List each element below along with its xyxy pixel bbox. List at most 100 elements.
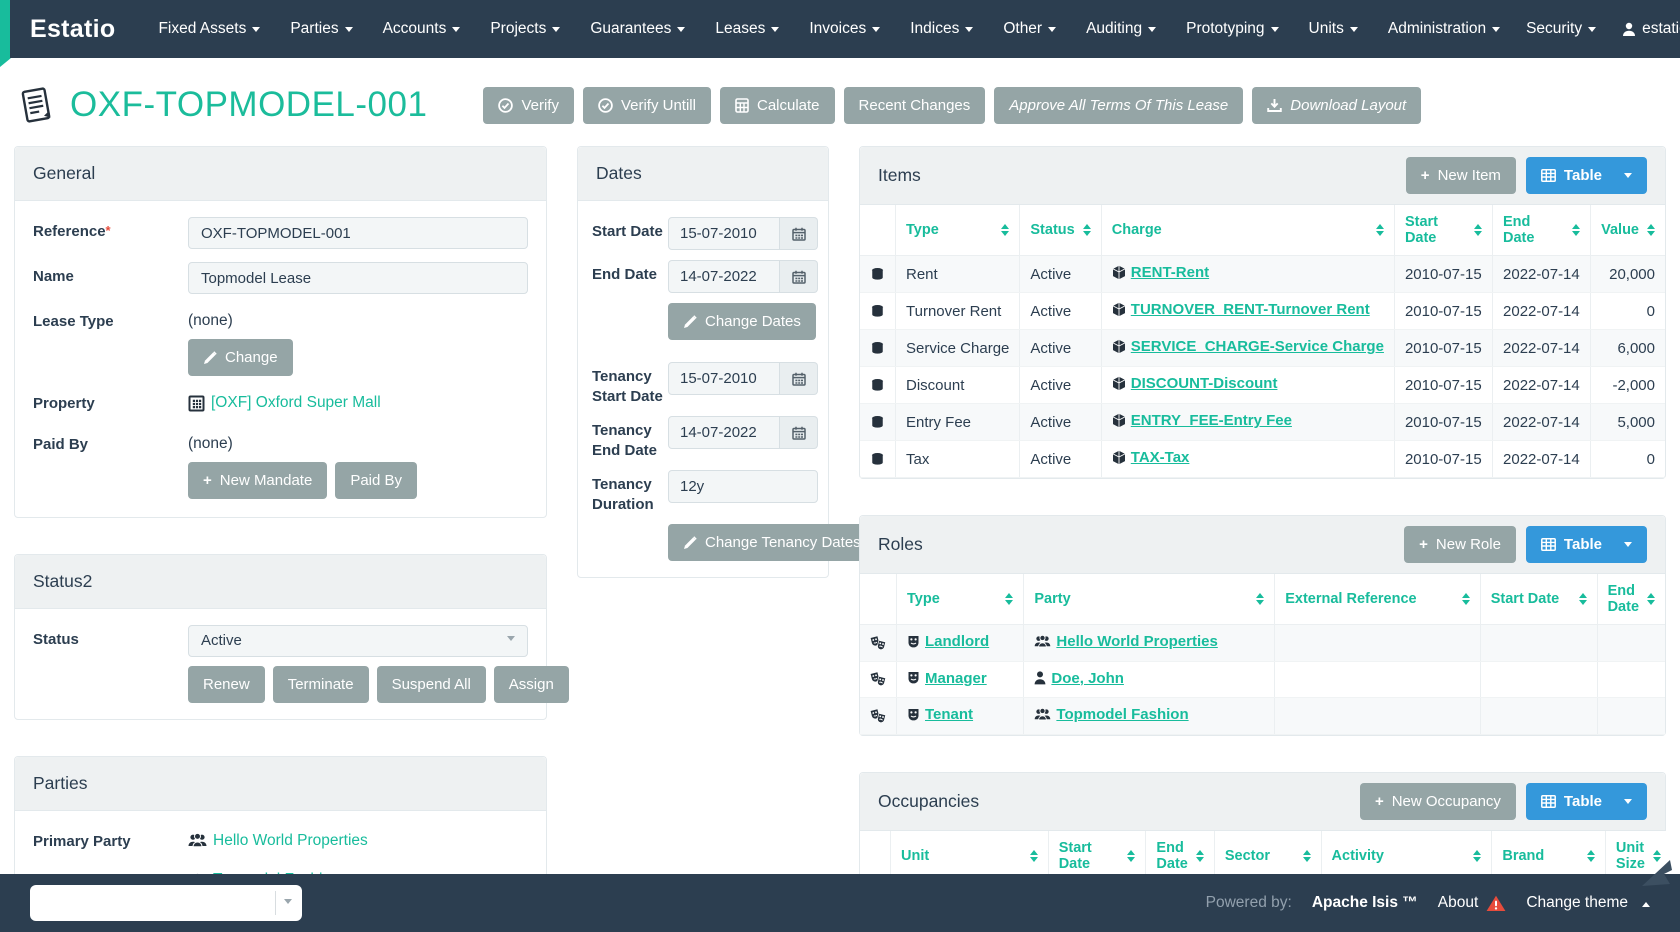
nav-item-units[interactable]: Units <box>1296 10 1371 48</box>
occupancies-table-view-button[interactable]: Table <box>1526 783 1647 820</box>
status-select[interactable]: Active <box>188 625 528 657</box>
items-col-end-date[interactable]: End Date <box>1493 205 1591 256</box>
nav-item-projects[interactable]: Projects <box>477 10 573 48</box>
suspend-all-button[interactable]: Suspend All <box>377 666 486 703</box>
chevron-down-icon <box>252 27 260 36</box>
charge-link[interactable]: TURNOVER_RENT-Turnover Rent <box>1112 301 1370 318</box>
footer-combobox[interactable] <box>30 885 302 921</box>
sort-icon <box>1196 846 1204 866</box>
assign-button[interactable]: Assign <box>494 666 569 703</box>
recent-changes-button[interactable]: Recent Changes <box>844 87 986 124</box>
table-row[interactable]: Tenant Topmodel Fashion <box>860 698 1665 735</box>
charge-link[interactable]: SERVICE_CHARGE-Service Charge <box>1112 338 1384 355</box>
end-date-input[interactable] <box>668 260 780 293</box>
verify-until-button[interactable]: Verify Untill <box>583 87 711 124</box>
roles-col-type[interactable]: Type <box>897 574 1024 625</box>
role-type-link[interactable]: Tenant <box>907 706 973 723</box>
scroll-top-icon[interactable] <box>1640 858 1674 888</box>
name-field-row: Name <box>33 262 528 294</box>
start-date-input[interactable] <box>668 217 780 250</box>
icon-column-header <box>860 574 897 625</box>
change-tenancy-dates-button[interactable]: Change Tenancy Dates <box>668 524 876 561</box>
charge-link[interactable]: ENTRY_FEE-Entry Fee <box>1112 412 1292 429</box>
new-item-button[interactable]: +New Item <box>1406 157 1516 194</box>
nav-item-parties[interactable]: Parties <box>277 10 365 48</box>
table-row[interactable]: Service ChargeActive SERVICE_CHARGE-Serv… <box>860 330 1665 367</box>
nav-item-indices[interactable]: Indices <box>897 10 986 48</box>
items-col-status[interactable]: Status <box>1020 205 1101 256</box>
apache-isis-link[interactable]: Apache Isis ™ <box>1312 894 1418 912</box>
nav-item-auditing[interactable]: Auditing <box>1073 10 1169 48</box>
verify-button[interactable]: Verify <box>483 87 574 124</box>
renew-button[interactable]: Renew <box>188 666 265 703</box>
nav-item-guarantees[interactable]: Guarantees <box>577 10 698 48</box>
nav-item-fixed-assets[interactable]: Fixed Assets <box>145 10 273 48</box>
reference-field-row: Reference* <box>33 217 528 249</box>
calendar-button[interactable] <box>780 416 818 449</box>
change-dates-button[interactable]: Change Dates <box>668 303 816 340</box>
roles-table: Type Party External Reference Start Date… <box>860 574 1665 735</box>
calendar-button[interactable] <box>780 362 818 395</box>
tenancy-start-input[interactable] <box>668 362 780 395</box>
charge-link[interactable]: DISCOUNT-Discount <box>1112 375 1278 392</box>
change-lease-type-button[interactable]: Change <box>188 339 293 376</box>
role-party-link[interactable]: Doe, John <box>1034 670 1124 687</box>
user-menu[interactable]: estatio-admin <box>1609 10 1680 48</box>
property-link[interactable]: [OXF] Oxford Super Mall <box>188 394 381 412</box>
nav-item-other[interactable]: Other <box>990 10 1069 48</box>
table-row[interactable]: Manager Doe, John <box>860 661 1665 698</box>
name-input[interactable] <box>188 262 528 294</box>
tenancy-end-input[interactable] <box>668 416 780 449</box>
role-party-link[interactable]: Topmodel Fashion <box>1034 706 1188 723</box>
calculate-button[interactable]: Calculate <box>720 87 835 124</box>
new-role-button[interactable]: +New Role <box>1404 526 1516 563</box>
approve-all-terms-button[interactable]: Approve All Terms Of This Lease <box>994 87 1243 124</box>
change-theme-link[interactable]: Change theme <box>1526 894 1650 912</box>
tenancy-duration-input[interactable] <box>668 470 818 503</box>
app-brand[interactable]: Estatio <box>30 15 115 44</box>
roles-col-external-reference[interactable]: External Reference <box>1275 574 1481 625</box>
roles-col-party[interactable]: Party <box>1024 574 1275 625</box>
paid-by-button[interactable]: Paid By <box>335 462 417 499</box>
table-row[interactable]: DiscountActive DISCOUNT-Discount 2010-07… <box>860 367 1665 404</box>
table-row[interactable]: Turnover RentActive TURNOVER_RENT-Turnov… <box>860 293 1665 330</box>
roles-col-end-date[interactable]: End Date <box>1597 574 1665 625</box>
roles-table-view-button[interactable]: Table <box>1526 526 1647 563</box>
name-label: Name <box>33 262 188 287</box>
items-col-value[interactable]: Value <box>1591 205 1665 256</box>
nav-item-invoices[interactable]: Invoices <box>796 10 893 48</box>
items-col-charge[interactable]: Charge <box>1101 205 1394 256</box>
calendar-button[interactable] <box>780 260 818 293</box>
nav-item-accounts[interactable]: Accounts <box>370 10 474 48</box>
edit-icon <box>683 536 697 550</box>
download-layout-button[interactable]: Download Layout <box>1252 87 1421 124</box>
new-mandate-button[interactable]: +New Mandate <box>188 462 327 499</box>
table-row[interactable]: Landlord Hello World Properties <box>860 625 1665 662</box>
role-party-link[interactable]: Hello World Properties <box>1034 633 1217 650</box>
reference-input[interactable] <box>188 217 528 249</box>
primary-party-link[interactable]: Hello World Properties <box>188 832 368 850</box>
table-row[interactable]: TaxActive TAX-Tax 2010-07-152022-07-140 <box>860 441 1665 478</box>
about-link[interactable]: About <box>1438 894 1507 912</box>
mask-icon <box>907 671 920 685</box>
charge-link[interactable]: RENT-Rent <box>1112 264 1209 281</box>
nav-item-prototyping[interactable]: Prototyping <box>1173 10 1291 48</box>
table-row[interactable]: RentActive RENT-Rent 2010-07-152022-07-1… <box>860 256 1665 293</box>
new-occupancy-button[interactable]: +New Occupancy <box>1360 783 1516 820</box>
calendar-button[interactable] <box>780 217 818 250</box>
nav-item-administration[interactable]: Administration <box>1375 10 1513 48</box>
nav-item-security[interactable]: Security <box>1513 10 1609 48</box>
plus-icon: + <box>1421 167 1430 184</box>
roles-col-start-date[interactable]: Start Date <box>1480 574 1597 625</box>
charge-link[interactable]: TAX-Tax <box>1112 449 1190 466</box>
footer-bar: Powered by: Apache Isis ™ About Change t… <box>0 874 1680 932</box>
items-col-type[interactable]: Type <box>896 205 1020 256</box>
terminate-button[interactable]: Terminate <box>273 666 369 703</box>
items-col-start-date[interactable]: Start Date <box>1394 205 1492 256</box>
powered-by-label: Powered by: <box>1206 894 1292 912</box>
role-type-link[interactable]: Manager <box>907 670 987 687</box>
nav-item-leases[interactable]: Leases <box>702 10 792 48</box>
table-row[interactable]: Entry FeeActive ENTRY_FEE-Entry Fee 2010… <box>860 404 1665 441</box>
items-table-view-button[interactable]: Table <box>1526 157 1647 194</box>
role-type-link[interactable]: Landlord <box>907 633 989 650</box>
